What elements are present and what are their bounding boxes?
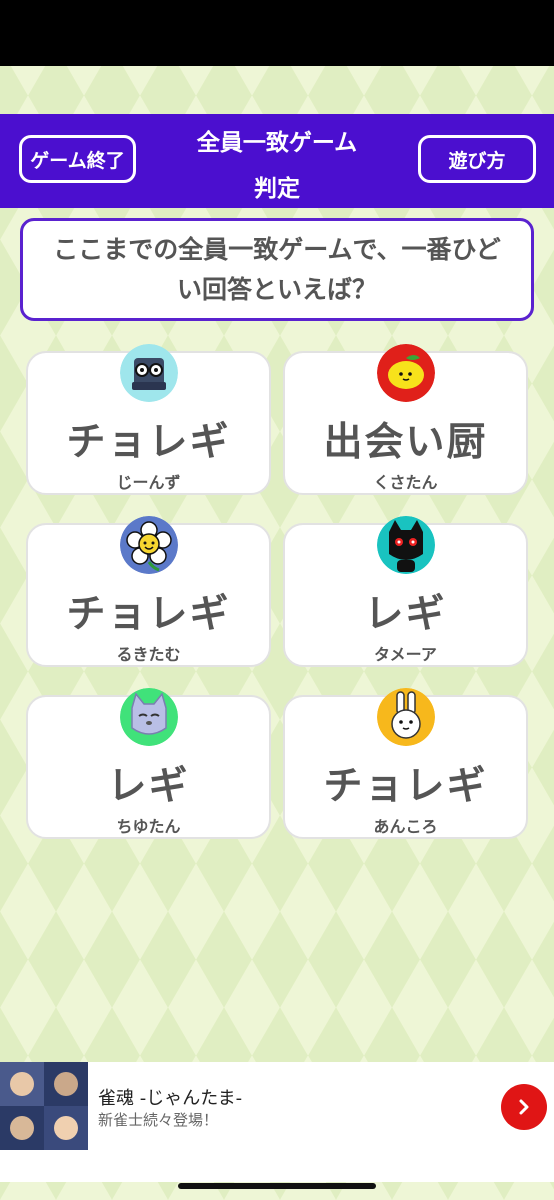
home-indicator[interactable] — [178, 1183, 376, 1189]
answer-text: 出会い厨 — [323, 420, 488, 465]
answer-card[interactable]: 出会い厨 くさたん — [283, 344, 528, 495]
answer-text: レギ — [107, 764, 190, 809]
end-game-button[interactable]: ゲーム終了 — [19, 135, 136, 183]
rabbit-character-icon — [376, 688, 435, 746]
ad-title[interactable]: 雀魂 -じゃんたま- — [98, 1084, 242, 1110]
player-name: ちゆたん — [116, 817, 181, 836]
player-name: くさたん — [373, 473, 438, 492]
answer-text: チョレギ — [323, 764, 488, 809]
player-name: るきたむ — [116, 645, 181, 664]
how-to-play-button[interactable]: 遊び方 — [418, 135, 536, 183]
title-line-1: 全員一致ゲーム — [196, 130, 358, 156]
black-cat-character-icon — [376, 516, 435, 574]
answer-card[interactable]: チョレギ あんころ — [283, 688, 528, 839]
question-text: ここまでの全員一致ゲームで、一番ひどい回答といえば？ — [53, 234, 501, 304]
answer-text: レギ — [364, 592, 447, 637]
gray-cat-character-icon — [119, 688, 178, 746]
app-header: ゲーム終了 全員一致ゲーム 判定 遊び方 — [0, 114, 554, 208]
ad-banner[interactable]: 雀魂 -じゃんたま- 新雀士続々登場！ — [0, 1062, 554, 1182]
answer-text: チョレギ — [66, 592, 231, 637]
answer-card[interactable]: レギ タメーア — [283, 516, 528, 667]
flower-character-icon — [119, 516, 178, 574]
title-line-2: 判定 — [254, 176, 300, 202]
page-title: 全員一致ゲーム 判定 — [150, 120, 404, 212]
answer-card[interactable]: チョレギ じーんず — [26, 344, 271, 495]
chevron-right-icon[interactable] — [501, 1084, 547, 1130]
player-name: タメーア — [374, 645, 437, 664]
lemon-character-icon — [376, 344, 435, 402]
question-box: ここまでの全員一致ゲームで、一番ひどい回答といえば？ — [20, 218, 534, 321]
ad-subtitle: 新雀士続々登場！ — [98, 1111, 219, 1129]
answer-card[interactable]: チョレギ るきたむ — [26, 516, 271, 667]
ad-thumbnail[interactable] — [0, 1062, 88, 1150]
book-character-icon — [119, 344, 178, 402]
answer-card[interactable]: レギ ちゆたん — [26, 688, 271, 839]
answer-text: チョレギ — [66, 420, 231, 465]
player-name: じーんず — [116, 473, 181, 492]
status-bar — [0, 0, 554, 66]
player-name: あんころ — [373, 817, 438, 836]
